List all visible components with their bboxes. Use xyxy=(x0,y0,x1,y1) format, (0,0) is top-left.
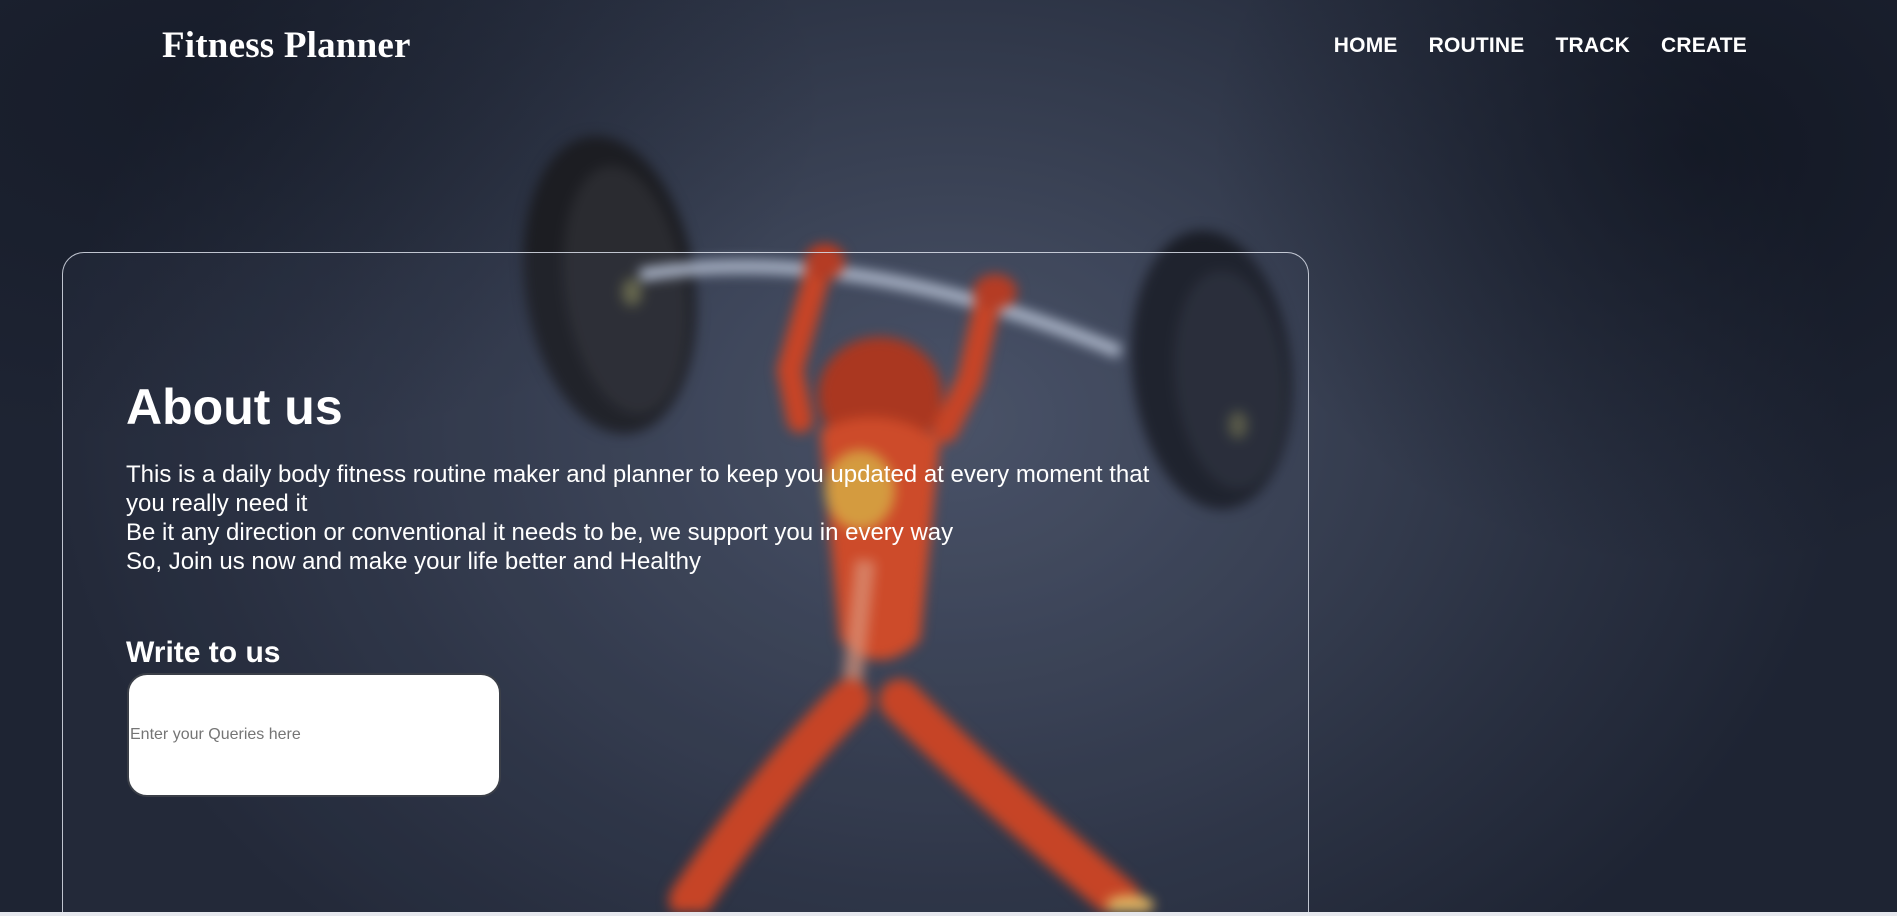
nav-home-link[interactable]: HOME xyxy=(1334,34,1398,58)
nav-routine-link[interactable]: ROUTINE xyxy=(1429,34,1525,58)
about-line-3: So, Join us now and make your life bette… xyxy=(126,548,701,575)
query-input[interactable] xyxy=(127,673,501,797)
top-header: Fitness Planner HOME ROUTINE TRACK CREAT… xyxy=(0,0,1897,96)
page-background: Fitness Planner HOME ROUTINE TRACK CREAT… xyxy=(0,0,1897,912)
main-nav: HOME ROUTINE TRACK CREATE xyxy=(1334,34,1747,58)
about-line-1: This is a daily body fitness routine mak… xyxy=(126,461,1150,517)
about-description: This is a daily body fitness routine mak… xyxy=(126,460,1186,576)
about-heading: About us xyxy=(126,379,343,435)
nav-track-link[interactable]: TRACK xyxy=(1556,34,1631,58)
about-line-2: Be it any direction or conventional it n… xyxy=(126,519,954,546)
write-to-us-heading: Write to us xyxy=(126,636,281,669)
site-logo[interactable]: Fitness Planner xyxy=(162,24,411,67)
nav-create-link[interactable]: CREATE xyxy=(1661,34,1747,58)
about-card xyxy=(62,252,1309,912)
